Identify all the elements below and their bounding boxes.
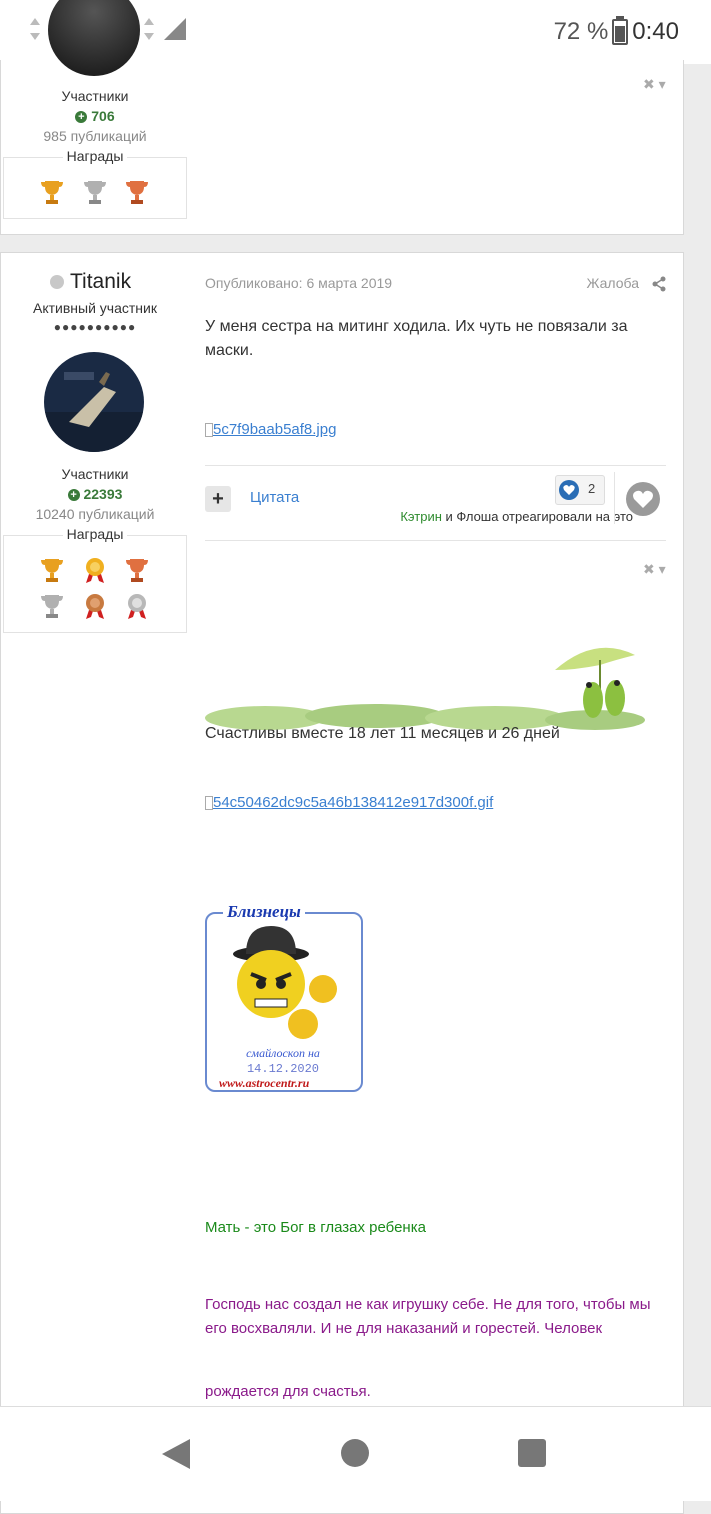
awards-title: Награды <box>62 526 128 542</box>
android-nav-bar <box>0 1406 711 1501</box>
reacted-user-link[interactable]: Кэтрин <box>400 509 442 524</box>
gold-trophy-icon[interactable] <box>40 178 64 206</box>
reputation-value: 706 <box>91 108 115 124</box>
data-arrows-icon <box>144 18 154 40</box>
quote-purple: Господь нас создал не как игрушку себе. … <box>205 1296 651 1337</box>
reaction-summary[interactable] <box>555 475 605 505</box>
reacted-user-link[interactable]: Флоша <box>456 509 498 524</box>
report-link[interactable]: Жалоба <box>587 275 639 291</box>
back-icon[interactable] <box>160 1437 192 1471</box>
posts-count: 10240 публикаций <box>35 506 155 522</box>
broken-image-icon <box>205 422 213 437</box>
reacted-users-line: Кэтрин и Флоша отреагировали на это <box>400 509 633 524</box>
horoscope-caption: смайлоскоп на <box>246 1046 320 1060</box>
frogs-banner-image <box>205 647 645 730</box>
author-name-text[interactable]: Titanik <box>70 270 131 293</box>
signature-divider <box>205 540 666 541</box>
horoscope-badge: Близнецы смайлоскоп на 14.12.2020 www.as… <box>205 902 363 1092</box>
together-text: Счастливы вместе 18 лет 11 месяцев и 26 … <box>205 725 560 742</box>
share-icon[interactable] <box>651 276 667 292</box>
heart-icon <box>633 490 653 508</box>
gold-trophy-icon[interactable] <box>40 556 64 584</box>
author-role: Участники <box>61 88 129 104</box>
bronze-trophy-icon[interactable] <box>125 556 149 584</box>
quote-green: Мать - это Бог в глазах ребенка <box>205 1219 426 1236</box>
author-stats: Участники + 22393 10240 публикаций <box>0 466 190 522</box>
image-link-text[interactable]: 5c7f9baab5af8.jpg <box>213 421 336 438</box>
awards-box: Награды <box>3 526 187 633</box>
quote-button[interactable]: Цитата <box>250 489 299 506</box>
awards-title: Награды <box>62 148 128 164</box>
gold-medal-icon[interactable] <box>83 556 107 584</box>
previous-author-info: Участники + 706 985 публикаций <box>0 88 190 144</box>
reacted-suffix: отреагировали на это <box>498 509 633 524</box>
data-arrows-icon <box>30 18 40 40</box>
silver-trophy-icon[interactable] <box>83 178 107 206</box>
divider <box>205 465 666 466</box>
post-body-text: У меня сестра на митинг ходила. Их чуть … <box>205 318 628 359</box>
broken-image-icon <box>205 795 213 810</box>
divider <box>614 472 615 524</box>
post-menu-icon[interactable]: ✖ ▾ <box>643 76 666 93</box>
plus-circle-icon: + <box>67 489 80 502</box>
bronze-trophy-icon[interactable] <box>125 178 149 206</box>
status-right: 72 % 0:40 <box>553 16 679 46</box>
reputation: + 22393 <box>0 486 190 502</box>
horoscope-date: 14.12.2020 <box>246 1062 319 1076</box>
multiquote-add-button[interactable]: + <box>205 486 231 512</box>
horoscope-title: Близнецы <box>223 902 305 922</box>
author-name[interactable]: Titanik <box>50 270 131 294</box>
silver-medal-icon[interactable] <box>125 592 149 620</box>
titanic-avatar-image <box>44 352 144 452</box>
home-icon[interactable] <box>340 1438 370 1468</box>
reputation: + 706 <box>0 108 190 124</box>
author-role: Участники <box>61 466 129 482</box>
battery-icon <box>612 16 629 45</box>
author-title: Активный участник <box>33 300 157 316</box>
bronze-medal-icon[interactable] <box>83 592 107 620</box>
horoscope-site[interactable]: www.astrocentr.ru <box>219 1076 309 1091</box>
signature-menu-icon[interactable]: ✖ ▾ <box>643 561 666 578</box>
posts-count: 985 публикаций <box>43 128 147 144</box>
avatar[interactable] <box>44 352 144 452</box>
previous-avatar[interactable] <box>48 0 140 76</box>
image-link[interactable]: 5c7f9baab5af8.jpg <box>205 421 336 439</box>
recents-icon[interactable] <box>517 1438 547 1468</box>
plus-circle-icon: + <box>75 111 88 124</box>
clock: 0:40 <box>632 18 679 45</box>
reaction-count: 2 <box>588 481 596 496</box>
author-info: Активный участник ●●●●●●●●●● <box>0 300 190 334</box>
smiley-bowler-hat-image <box>233 926 337 1039</box>
react-button[interactable] <box>626 482 660 516</box>
gif-link-text[interactable]: 54c50462dc9c5a46b138412e917d300f.gif <box>213 794 493 811</box>
signal-icon <box>164 18 186 40</box>
silver-trophy-icon[interactable] <box>40 592 64 620</box>
post-date[interactable]: Опубликовано: 6 марта 2019 <box>205 275 392 291</box>
battery-percent: 72 % <box>553 18 609 45</box>
heart-reaction-icon <box>559 480 579 500</box>
offline-status-dot <box>50 275 64 290</box>
reacted-connector: и <box>441 509 457 524</box>
rank-pips: ●●●●●●●●●● <box>53 320 137 334</box>
awards-box: Награды <box>3 148 187 219</box>
gif-link[interactable]: 54c50462dc9c5a46b138412e917d300f.gif <box>205 794 493 812</box>
reputation-value: 22393 <box>83 486 123 502</box>
quote-purple-end: рождается для счастья. <box>205 1383 371 1400</box>
